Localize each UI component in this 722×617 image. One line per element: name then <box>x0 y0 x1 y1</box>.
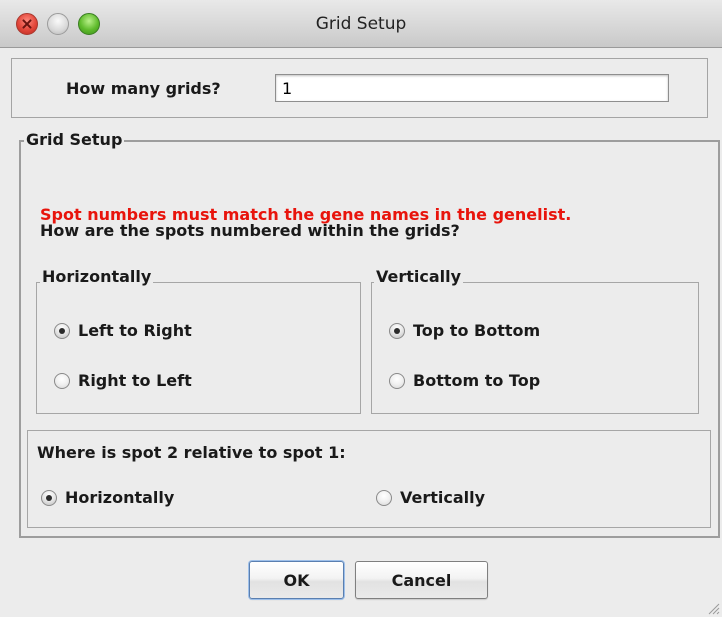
radio-selected-icon[interactable] <box>54 322 70 339</box>
grid-count-input[interactable] <box>275 74 669 102</box>
horizontal-group-label: Horizontally <box>40 267 154 286</box>
radio-left-to-right[interactable]: Left to Right <box>54 321 192 340</box>
grid-setup-group-label: Grid Setup <box>24 130 125 149</box>
radio-bottom-to-top[interactable]: Bottom to Top <box>389 371 540 390</box>
ok-button[interactable]: OK <box>249 561 344 599</box>
radio-selected-icon[interactable] <box>41 489 57 506</box>
radio-unselected-icon[interactable] <box>376 489 392 506</box>
spot-relation-label: Where is spot 2 relative to spot 1: <box>37 443 346 462</box>
radio-unselected-icon[interactable] <box>389 372 405 389</box>
radio-selected-icon[interactable] <box>389 322 405 339</box>
grid-count-panel: How many grids? <box>11 58 708 118</box>
radio-right-to-left[interactable]: Right to Left <box>54 371 192 390</box>
grid-count-label: How many grids? <box>66 79 221 98</box>
title-bar[interactable]: Grid Setup <box>0 0 722 48</box>
radio-label: Top to Bottom <box>413 321 541 340</box>
resize-grip-icon[interactable] <box>706 601 720 615</box>
radio-relation-vertically[interactable]: Vertically <box>376 488 485 507</box>
grid-setup-window: Grid Setup How many grids? Grid Setup Sp… <box>0 0 722 617</box>
horizontal-group <box>36 282 361 414</box>
radio-top-to-bottom[interactable]: Top to Bottom <box>389 321 540 340</box>
radio-label: Right to Left <box>78 371 192 390</box>
cancel-button[interactable]: Cancel <box>355 561 488 599</box>
radio-label: Horizontally <box>65 488 175 507</box>
radio-label: Left to Right <box>78 321 192 340</box>
radio-label: Vertically <box>400 488 486 507</box>
vertical-group-label: Vertically <box>374 267 464 286</box>
vertical-group <box>371 282 699 414</box>
numbering-question: How are the spots numbered within the gr… <box>40 221 460 240</box>
window-title: Grid Setup <box>315 14 407 34</box>
radio-relation-horizontally[interactable]: Horizontally <box>41 488 174 507</box>
radio-label: Bottom to Top <box>413 371 541 390</box>
radio-unselected-icon[interactable] <box>54 372 70 389</box>
